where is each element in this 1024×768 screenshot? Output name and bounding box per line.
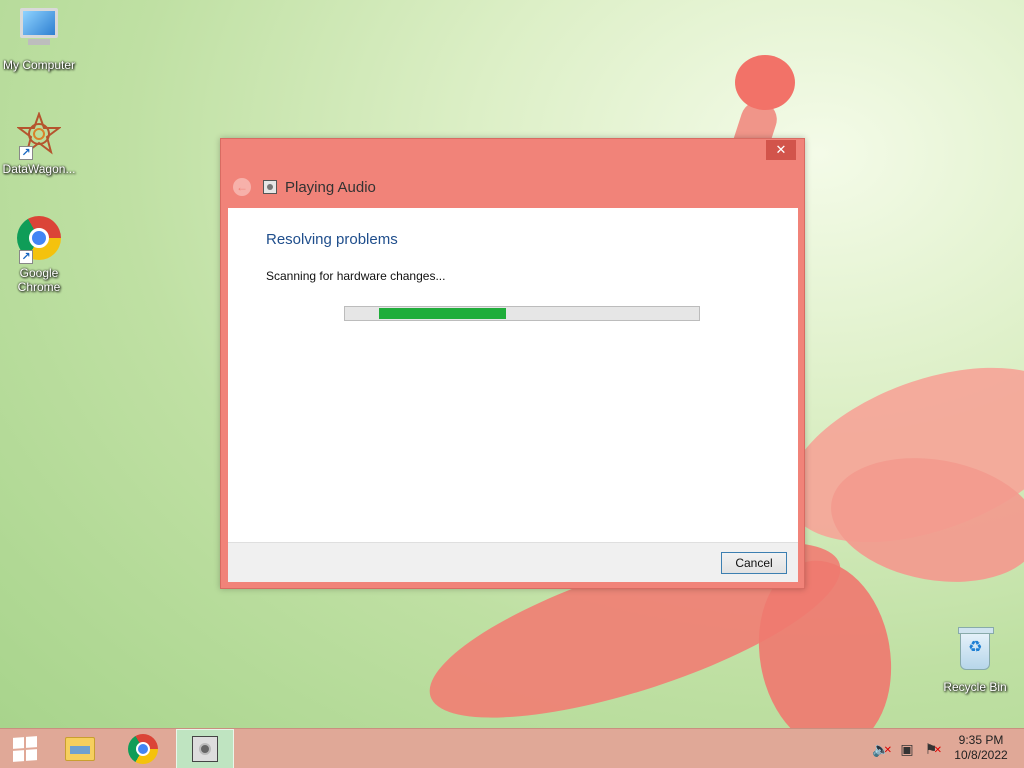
shortcut-arrow-icon: ↗ xyxy=(19,250,33,264)
desktop-icon-label: DataWagon... xyxy=(2,162,76,176)
desktop-icon-google-chrome[interactable]: ↗ Google Chrome xyxy=(0,216,79,294)
desktop-icon-label: My Computer xyxy=(2,58,76,72)
close-button[interactable]: ✕ xyxy=(766,140,796,160)
troubleshooter-icon xyxy=(192,736,218,762)
recycle-bin-icon xyxy=(951,627,999,678)
clock-time: 9:35 PM xyxy=(958,733,1004,747)
network-icon: ▣ xyxy=(900,741,914,757)
wallpaper-flower-bud xyxy=(735,55,795,110)
status-text: Scanning for hardware changes... xyxy=(266,269,446,283)
folder-icon xyxy=(65,737,95,761)
action-center-flag-icon: ⚑ ✕ xyxy=(924,741,942,757)
datawagon-icon: ↗ xyxy=(15,111,63,160)
shortcut-arrow-icon: ↗ xyxy=(19,146,33,160)
page-heading: Resolving problems xyxy=(266,231,398,248)
chrome-icon: ↗ xyxy=(15,216,63,264)
chrome-icon xyxy=(128,734,158,764)
progress-bar xyxy=(344,306,700,321)
back-arrow-icon[interactable]: ← xyxy=(233,178,251,196)
troubleshooter-icon xyxy=(263,180,277,194)
taskbar-file-explorer[interactable] xyxy=(50,729,110,768)
desktop-icon-datawagon[interactable]: ↗ DataWagon... xyxy=(0,111,79,176)
start-button[interactable] xyxy=(0,729,50,768)
dialog-title: Playing Audio xyxy=(285,178,376,196)
clock-date: 10/8/2022 xyxy=(954,748,1008,762)
progress-bar-fill xyxy=(379,308,506,319)
tray-action-center[interactable]: ⚑ ✕ xyxy=(922,729,942,768)
tray-volume[interactable]: 🔈 ✕ xyxy=(872,729,892,768)
dialog-content: Resolving problems Scanning for hardware… xyxy=(228,208,798,543)
taskbar-troubleshooter[interactable] xyxy=(176,729,234,768)
taskbar: 🔈 ✕ ▣ ⚑ ✕ 9:35 PM 10/8/2022 xyxy=(0,728,1024,768)
desktop-icon-my-computer[interactable]: My Computer xyxy=(0,8,79,72)
desktop-icon-recycle-bin[interactable]: Recycle Bin xyxy=(935,627,1015,694)
clock[interactable]: 9:35 PM 10/8/2022 xyxy=(948,733,1014,763)
dialog-title-bar: ← Playing Audio xyxy=(233,177,376,197)
cancel-button[interactable]: Cancel xyxy=(721,552,787,574)
desktop-icon-label: Google Chrome xyxy=(17,266,61,294)
volume-muted-icon: 🔈 ✕ xyxy=(872,741,892,757)
tray-network[interactable]: ▣ xyxy=(898,729,916,768)
windows-logo-icon xyxy=(13,736,37,762)
taskbar-google-chrome[interactable] xyxy=(113,729,173,768)
dialog-footer: Cancel xyxy=(228,542,798,582)
troubleshooter-dialog: ✕ ← Playing Audio Resolving problems Sca… xyxy=(220,138,805,589)
desktop-icon-label: Recycle Bin xyxy=(943,680,1007,694)
computer-icon xyxy=(15,8,63,56)
